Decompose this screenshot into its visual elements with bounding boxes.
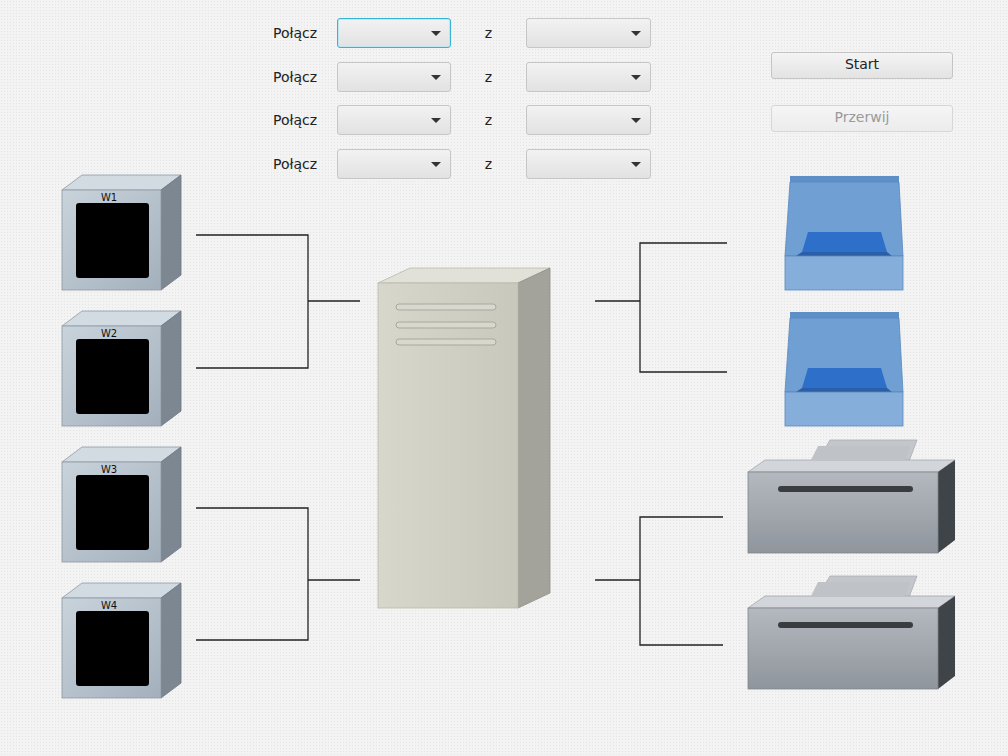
server: [378, 268, 550, 608]
workstation: W2: [62, 311, 181, 426]
workstation-label: W3: [101, 464, 117, 475]
connect-label: Połącz: [273, 69, 337, 85]
connector-label: z: [451, 69, 526, 85]
abort-button: Przerwij: [771, 105, 953, 132]
screen: [76, 475, 149, 550]
source-dropdown[interactable]: [337, 18, 451, 48]
screen: [76, 611, 149, 686]
source-dropdown[interactable]: [337, 149, 451, 179]
connect-label: Połącz: [273, 25, 337, 41]
workstation-label: W1: [101, 192, 117, 203]
dropdown-arrow-icon[interactable]: [631, 31, 641, 36]
target-dropdown[interactable]: [526, 105, 651, 135]
workstation: W4: [62, 583, 181, 698]
source-dropdown[interactable]: [337, 62, 451, 92]
printer: [748, 440, 955, 553]
connector-label: z: [451, 25, 526, 41]
connection-lines: [196, 235, 727, 645]
dropdown-arrow-icon[interactable]: [631, 75, 641, 80]
controls-panel: Połącz z Połącz z Połącz z Połącz z Start Przerw…: [0, 0, 1008, 179]
dropdown-arrow-icon[interactable]: [431, 31, 441, 36]
scanner: [785, 312, 903, 426]
target-dropdown[interactable]: [526, 18, 651, 48]
button-column: Start Przerwij: [771, 18, 953, 132]
dropdown-arrow-icon[interactable]: [631, 118, 641, 123]
dropdown-arrow-icon[interactable]: [431, 118, 441, 123]
dropdown-arrow-icon[interactable]: [431, 75, 441, 80]
target-dropdown[interactable]: [526, 149, 651, 179]
connector-label: z: [451, 156, 526, 172]
printer: [748, 576, 955, 689]
dropdown-arrow-icon[interactable]: [631, 162, 641, 167]
source-dropdown[interactable]: [337, 105, 451, 135]
dropdown-arrow-icon[interactable]: [431, 162, 441, 167]
screen: [76, 203, 149, 278]
workstation: W1: [62, 175, 181, 290]
scanner: [785, 176, 903, 290]
workstation: W3: [62, 447, 181, 562]
workstation-label: W4: [101, 600, 117, 611]
connector-label: z: [451, 112, 526, 128]
start-button[interactable]: Start: [771, 52, 953, 79]
connection-rows: Połącz z Połącz z Połącz z Połącz z: [273, 18, 651, 179]
workstation-label: W2: [101, 328, 117, 339]
connect-label: Połącz: [273, 112, 337, 128]
screen: [76, 339, 149, 414]
connect-label: Połącz: [273, 156, 337, 172]
target-dropdown[interactable]: [526, 62, 651, 92]
